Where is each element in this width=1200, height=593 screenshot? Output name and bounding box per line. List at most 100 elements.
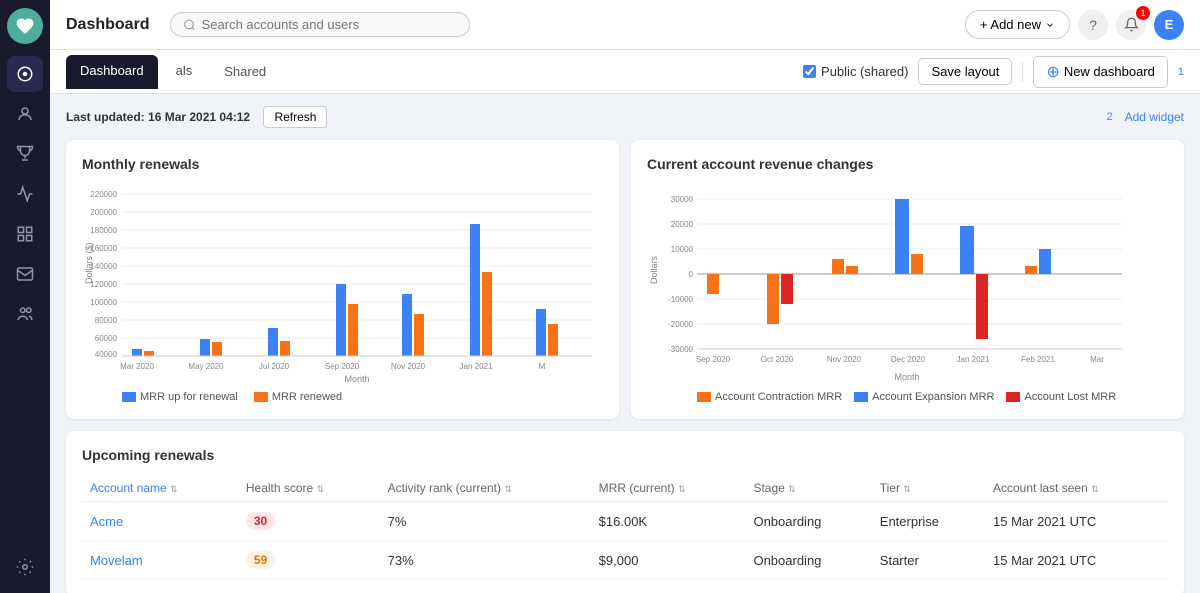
sidebar-item-settings[interactable] [7, 549, 43, 585]
health-badge-movelam: 59 [246, 551, 275, 569]
account-name-movelam[interactable]: Movelam [90, 553, 143, 568]
sidebar-logo[interactable] [7, 8, 43, 44]
search-box[interactable] [170, 12, 470, 37]
revenue-changes-chart: Dollars 30000 20000 1 [647, 184, 1168, 403]
nav-tabs: Dashboard als Shared Public (shared) Sav… [50, 50, 1200, 94]
renewals-table-header: Account name ⇅ Health score ⇅ Activity r… [82, 475, 1168, 502]
col-mrr[interactable]: MRR (current) ⇅ [591, 475, 746, 502]
svg-text:Oct 2020: Oct 2020 [761, 355, 794, 364]
svg-text:40000: 40000 [95, 350, 118, 359]
col-activity-rank[interactable]: Activity rank (current) ⇅ [380, 475, 591, 502]
svg-text:Month: Month [894, 372, 919, 382]
revenue-legend: Account Contraction MRR Account Expansio… [647, 391, 1168, 403]
col-stage[interactable]: Stage ⇅ [745, 475, 871, 502]
public-shared-checkbox[interactable]: Public (shared) [803, 64, 908, 79]
col-tier[interactable]: Tier ⇅ [872, 475, 985, 502]
legend-mrr-renewed-label: MRR renewed [272, 391, 342, 403]
add-new-button[interactable]: + Add new [965, 10, 1070, 39]
sidebar-item-grid[interactable] [7, 216, 43, 252]
monthly-renewals-legend: MRR up for renewal MRR renewed [82, 391, 603, 403]
svg-text:May 2020: May 2020 [188, 362, 224, 371]
notification-badge: 1 [1136, 6, 1150, 20]
svg-text:220000: 220000 [90, 190, 117, 199]
last-updated-text: Last updated: 16 Mar 2021 04:12 Refresh [66, 106, 327, 128]
upcoming-renewals-card: Upcoming renewals Account name ⇅ Health … [66, 431, 1184, 593]
svg-text:140000: 140000 [90, 262, 117, 271]
svg-text:Sep 2020: Sep 2020 [325, 362, 360, 371]
sort-icon-health: ⇅ [317, 484, 325, 494]
health-badge-acme: 30 [246, 512, 275, 530]
charts-row: Monthly renewals Dollars ($) [66, 140, 1184, 419]
sidebar-item-mail[interactable] [7, 256, 43, 292]
search-input[interactable] [202, 17, 457, 32]
account-name-acme[interactable]: Acme [90, 514, 123, 529]
legend-expansion: Account Expansion MRR [854, 391, 994, 403]
svg-text:Nov 2020: Nov 2020 [391, 362, 426, 371]
svg-text:-30000: -30000 [668, 345, 693, 354]
table-row: Acme 30 7% $16.00K Onboarding Enterprise… [82, 502, 1168, 541]
sidebar-item-chart[interactable] [7, 176, 43, 212]
new-dashboard-button[interactable]: ⊕ New dashboard [1033, 56, 1167, 88]
sort-icon-account: ⇅ [170, 484, 178, 494]
upcoming-renewals-title: Upcoming renewals [82, 447, 1168, 463]
page-title: Dashboard [66, 16, 150, 34]
notifications-button[interactable]: 1 [1116, 10, 1146, 40]
svg-text:20000: 20000 [671, 220, 694, 229]
svg-text:160000: 160000 [90, 244, 117, 253]
stage-movelam: Onboarding [745, 541, 871, 580]
svg-text:Nov 2020: Nov 2020 [827, 355, 862, 364]
svg-text:Feb 2021: Feb 2021 [1021, 355, 1055, 364]
svg-text:80000: 80000 [95, 316, 118, 325]
public-shared-input[interactable] [803, 65, 816, 78]
svg-text:Jan 2021: Jan 2021 [460, 362, 493, 371]
tab-renewals[interactable]: als [162, 55, 207, 89]
search-icon [183, 18, 196, 32]
revenue-changes-title: Current account revenue changes [647, 156, 1168, 172]
sidebar-item-people[interactable] [7, 296, 43, 332]
sidebar [0, 0, 50, 593]
legend-mrr-renewal: MRR up for renewal [122, 391, 238, 403]
revenue-changes-svg: Dollars 30000 20000 1 [647, 184, 1127, 384]
svg-text:100000: 100000 [90, 298, 117, 307]
sort-icon-last-seen: ⇅ [1091, 484, 1099, 494]
svg-text:-20000: -20000 [668, 320, 693, 329]
last-seen-acme: 15 Mar 2021 UTC [985, 502, 1168, 541]
activity-rank-movelam: 73% [380, 541, 591, 580]
monthly-renewals-svg: Dollars ($) 220000 2 [82, 184, 602, 384]
tab-shared[interactable]: Shared [210, 56, 280, 87]
bell-icon [1124, 17, 1139, 32]
add-widget-button[interactable]: Add widget [1125, 110, 1184, 124]
avatar[interactable]: E [1154, 10, 1184, 40]
mrr-movelam: $9,000 [591, 541, 746, 580]
sort-icon-mrr: ⇅ [678, 484, 686, 494]
tab-dashboard[interactable]: Dashboard [66, 55, 158, 89]
legend-mrr-renewed: MRR renewed [254, 391, 342, 403]
svg-text:Jan 2021: Jan 2021 [957, 355, 990, 364]
svg-text:Sep 2020: Sep 2020 [696, 355, 731, 364]
save-layout-button[interactable]: Save layout [918, 58, 1012, 85]
col-last-seen[interactable]: Account last seen ⇅ [985, 475, 1168, 502]
sort-icon-activity: ⇅ [504, 484, 512, 494]
activity-rank-acme: 7% [380, 502, 591, 541]
svg-text:30000: 30000 [671, 195, 694, 204]
monthly-renewals-title: Monthly renewals [82, 156, 603, 172]
refresh-button[interactable]: Refresh [263, 106, 327, 128]
sidebar-item-users[interactable] [7, 96, 43, 132]
svg-text:200000: 200000 [90, 208, 117, 217]
renewals-table-body: Acme 30 7% $16.00K Onboarding Enterprise… [82, 502, 1168, 580]
svg-text:Jul 2020: Jul 2020 [259, 362, 290, 371]
num1-badge[interactable]: 1 [1178, 66, 1184, 78]
num2-badge[interactable]: 2 [1107, 111, 1113, 123]
tier-movelam: Starter [872, 541, 985, 580]
legend-lost: Account Lost MRR [1006, 391, 1116, 403]
svg-text:0: 0 [689, 270, 694, 279]
sidebar-item-dashboard[interactable] [7, 56, 43, 92]
table-row: Movelam 59 73% $9,000 Onboarding Starter… [82, 541, 1168, 580]
col-account-name[interactable]: Account name ⇅ [82, 475, 238, 502]
plus-icon: ⊕ [1046, 62, 1059, 82]
sidebar-item-trophy[interactable] [7, 136, 43, 172]
svg-text:Dollars: Dollars [649, 255, 659, 284]
col-health-score[interactable]: Health score ⇅ [238, 475, 380, 502]
help-button[interactable]: ? [1078, 10, 1108, 40]
svg-text:Dec 2020: Dec 2020 [891, 355, 926, 364]
